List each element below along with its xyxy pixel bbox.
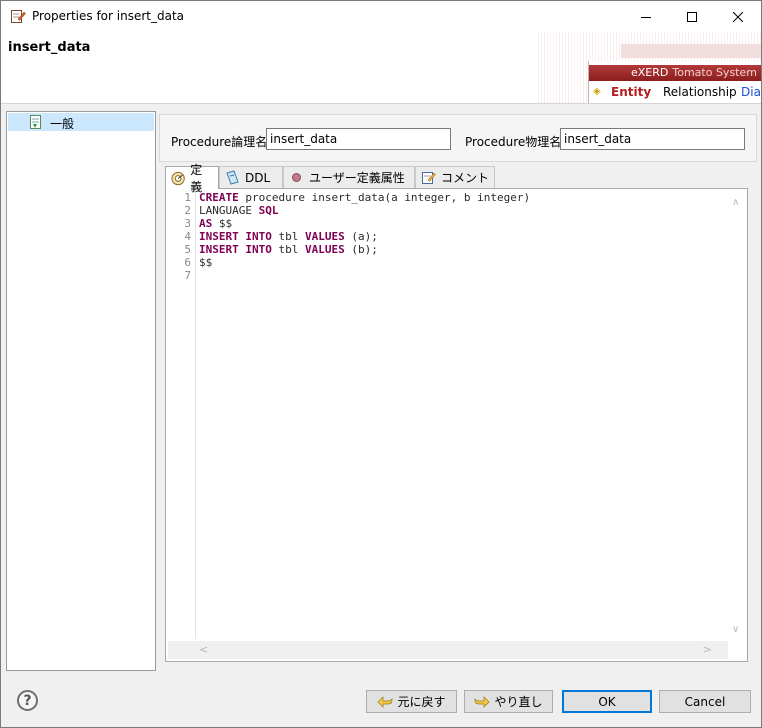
close-button[interactable] bbox=[715, 1, 761, 32]
window-title: Properties for insert_data bbox=[32, 9, 185, 23]
properties-icon bbox=[11, 10, 26, 23]
page-title: insert_data bbox=[8, 40, 91, 55]
tab-label: ユーザー定義属性 bbox=[309, 171, 405, 185]
code-keyword: INSERT bbox=[199, 243, 239, 256]
brand-panel: eXERD Tomato System ◈ Entity Relationship… bbox=[588, 61, 761, 103]
scroll-up-icon[interactable]: ∧ bbox=[732, 197, 739, 208]
header-banner: insert_data eXERD Tomato System ◈ Entity … bbox=[1, 32, 761, 104]
code-text: tbl bbox=[271, 243, 305, 256]
brand-bar: eXERD Tomato System bbox=[589, 65, 761, 81]
property-tree[interactable]: 一般 bbox=[6, 111, 156, 671]
line-number: 4 bbox=[184, 230, 191, 243]
code-line: $$ bbox=[199, 256, 726, 269]
code-area[interactable]: CREATE procedure insert_data(a integer, … bbox=[199, 191, 726, 639]
brand-subtitle: Tomato System bbox=[672, 66, 757, 79]
nav-entity: Entity bbox=[611, 85, 652, 99]
code-line: AS $$ bbox=[199, 217, 726, 230]
code-line: LANGUAGE SQL bbox=[199, 204, 726, 217]
name-fields: Procedure論理名 Procedure物理名 bbox=[159, 114, 757, 162]
ok-button[interactable]: OK bbox=[562, 690, 652, 713]
banner-decoration-stripe bbox=[621, 44, 761, 58]
scroll-left-icon[interactable]: < bbox=[199, 643, 208, 656]
scroll-right-icon[interactable]: > bbox=[703, 643, 712, 656]
tab-user-attributes[interactable]: ユーザー定義属性 bbox=[283, 166, 415, 188]
code-text: procedure insert_data(a integer, b integ… bbox=[238, 191, 531, 204]
code-keyword: AS bbox=[199, 217, 213, 230]
properties-pane: Procedure論理名 Procedure物理名 定義 DDL bbox=[159, 111, 757, 671]
tree-item-label: 一般 bbox=[50, 117, 75, 131]
line-number: 2 bbox=[184, 204, 191, 217]
maximize-button[interactable] bbox=[669, 1, 715, 32]
tab-comment[interactable]: コメント bbox=[415, 166, 495, 188]
help-button[interactable]: ? bbox=[17, 690, 38, 711]
nav-diagram: Diag bbox=[741, 85, 761, 99]
redo-label: やり直し bbox=[494, 695, 543, 709]
minimize-icon bbox=[641, 16, 651, 18]
code-text: LANGUAGE bbox=[199, 204, 259, 217]
maximize-icon bbox=[687, 11, 697, 22]
line-number: 5 bbox=[184, 243, 191, 256]
page-icon bbox=[30, 115, 41, 129]
cancel-button[interactable]: Cancel bbox=[659, 690, 751, 713]
tab-label: DDL bbox=[245, 170, 271, 185]
title-bar: Properties for insert_data bbox=[1, 1, 761, 32]
line-number: 3 bbox=[184, 217, 191, 230]
user-attribute-icon bbox=[292, 173, 301, 182]
undo-label: 元に戻す bbox=[397, 695, 446, 709]
scroll-down-icon[interactable]: ∨ bbox=[732, 624, 739, 635]
code-keyword: VALUES bbox=[305, 243, 345, 256]
code-keyword: SQL bbox=[258, 204, 279, 217]
code-keyword: VALUES bbox=[305, 230, 345, 243]
line-number-gutter: 1234567 bbox=[168, 191, 196, 639]
ddl-icon bbox=[226, 170, 239, 185]
logical-name-input[interactable] bbox=[266, 128, 451, 150]
properties-dialog: Properties for insert_data insert_data e… bbox=[0, 0, 762, 728]
tab-bar: 定義 DDL ユーザー定義属性 コメント bbox=[165, 163, 755, 194]
code-keyword: INSERT bbox=[199, 230, 239, 243]
cancel-label: Cancel bbox=[684, 694, 726, 709]
close-icon bbox=[733, 11, 743, 22]
minimize-button[interactable] bbox=[623, 1, 669, 32]
tab-definition[interactable]: 定義 bbox=[165, 163, 219, 194]
code-text: (b); bbox=[344, 243, 378, 256]
line-number: 6 bbox=[184, 256, 191, 269]
redo-button[interactable]: やり直し bbox=[464, 690, 553, 713]
comment-icon bbox=[422, 172, 436, 184]
code-text: $$ bbox=[212, 217, 233, 230]
brand-nav: ◈ Entity Relationship Diag bbox=[589, 83, 761, 101]
code-line: CREATE procedure insert_data(a integer, … bbox=[199, 191, 726, 204]
code-keyword: INTO bbox=[245, 230, 272, 243]
physical-name-label: Procedure物理名 bbox=[465, 135, 562, 149]
code-line: INSERT INTO tbl VALUES (b); bbox=[199, 243, 726, 256]
redo-icon bbox=[475, 695, 490, 708]
ok-label: OK bbox=[598, 694, 616, 709]
physical-name-input[interactable] bbox=[560, 128, 745, 150]
tab-ddl[interactable]: DDL bbox=[219, 166, 283, 188]
code-keyword: INTO bbox=[245, 243, 272, 256]
undo-button[interactable]: 元に戻す bbox=[366, 690, 457, 713]
tree-item-general[interactable]: 一般 bbox=[8, 113, 154, 131]
undo-icon bbox=[377, 695, 393, 708]
key-icon: ◈ bbox=[593, 86, 601, 97]
help-icon: ? bbox=[23, 692, 32, 709]
tab-label: コメント bbox=[441, 171, 490, 185]
code-text: $$ bbox=[199, 256, 213, 269]
code-line: INSERT INTO tbl VALUES (a); bbox=[199, 230, 726, 243]
sql-editor[interactable]: 1234567 CREATE procedure insert_data(a i… bbox=[165, 188, 748, 662]
line-number: 7 bbox=[184, 269, 191, 282]
vertical-scrollbar[interactable]: ∧ ∨ bbox=[729, 191, 746, 639]
brand-name: eXERD bbox=[631, 66, 669, 79]
logical-name-label: Procedure論理名 bbox=[171, 135, 268, 149]
tab-label: 定義 bbox=[190, 163, 203, 194]
definition-icon bbox=[171, 171, 185, 185]
code-text: tbl bbox=[271, 230, 305, 243]
code-text: (a); bbox=[344, 230, 378, 243]
horizontal-scrollbar[interactable]: < > bbox=[168, 641, 728, 659]
nav-relationship: Relationship bbox=[663, 85, 737, 99]
